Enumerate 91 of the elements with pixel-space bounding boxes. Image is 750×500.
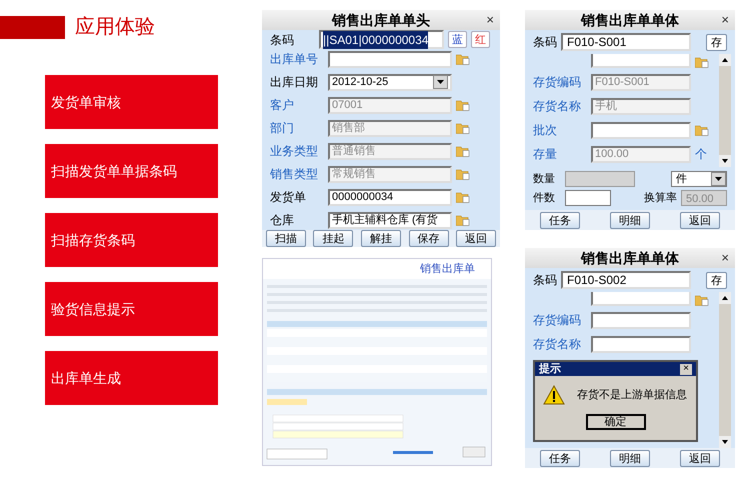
window-title: 销售出库单单头 — [332, 10, 430, 30]
ok-button[interactable]: 确定 — [586, 414, 646, 430]
folder-icon[interactable] — [456, 122, 470, 134]
toolbar-button[interactable]: 明细 — [610, 450, 650, 466]
step-card: 发货单审核 — [45, 75, 218, 129]
caret-icon — [437, 80, 444, 84]
step-card: 扫描发货单单据条码 — [45, 144, 218, 198]
input-field[interactable]: 手机主辅料仓库 (有货 — [328, 212, 452, 228]
header-bar — [0, 16, 65, 38]
toolbar-button[interactable]: 保存 — [408, 230, 449, 247]
field-label: 存货编码 — [533, 74, 582, 91]
folder-icon[interactable] — [456, 146, 470, 156]
caret-icon — [715, 177, 722, 182]
dialog-title: 提示 — [539, 362, 561, 377]
field-label: 存货名称 — [533, 336, 582, 353]
toolbar-button[interactable]: 返回 — [680, 212, 720, 228]
field-label: 客户 — [270, 97, 295, 114]
unit-dropdown[interactable]: 件 — [671, 171, 727, 188]
field-label: 条码 — [270, 32, 295, 48]
step-card: 验货信息提示 — [45, 282, 218, 336]
date-field[interactable]: 2012-10-25 — [328, 74, 452, 90]
field-label: 出库日期 — [270, 74, 319, 91]
dropdown-button[interactable] — [433, 75, 448, 89]
dialog-message: 存货不是上游单据信息 — [577, 388, 687, 403]
field-label: 换算率 — [644, 190, 677, 206]
toolbar-button[interactable]: 任务 — [540, 450, 580, 466]
field-label: 发货单 — [270, 189, 307, 206]
barcode-value: ||SA01|0000000034 — [323, 30, 428, 48]
input-field[interactable]: 0000000034 — [328, 188, 452, 206]
count-field[interactable] — [565, 190, 611, 206]
color-button[interactable]: 蓝 — [448, 31, 467, 48]
folder-icon[interactable] — [456, 192, 470, 202]
toolbar-button[interactable]: 明细 — [610, 212, 650, 228]
step-card: 出库单生成 — [45, 351, 218, 405]
close-button[interactable]: × — [721, 248, 729, 268]
input-field[interactable] — [591, 336, 691, 352]
input-field[interactable] — [591, 292, 691, 306]
toolbar-button[interactable]: 扫描 — [266, 230, 306, 247]
toolbar-button[interactable]: 解挂 — [360, 230, 401, 247]
field-label: 条码 — [533, 272, 557, 289]
quantity-field[interactable] — [565, 171, 635, 188]
toolbar-button[interactable]: 任务 — [540, 212, 580, 228]
dropdown-button[interactable] — [711, 172, 726, 186]
close-button[interactable]: × — [721, 10, 729, 30]
input-field[interactable] — [591, 54, 691, 68]
save-button[interactable]: 存 — [706, 272, 727, 288]
scroll-up-icon[interactable] — [719, 54, 731, 66]
field-label: 条码 — [533, 34, 557, 51]
barcode-field[interactable]: F010-S002 — [561, 271, 691, 289]
scroll-down-icon[interactable] — [719, 155, 731, 167]
toolbar-button[interactable]: 返回 — [680, 450, 720, 466]
folder-icon[interactable] — [456, 168, 470, 180]
folder-icon[interactable] — [456, 100, 470, 110]
field-label: 数量 — [533, 172, 556, 187]
field-label: 部门 — [270, 120, 295, 137]
folder-icon[interactable] — [695, 295, 709, 306]
save-button[interactable]: 存 — [706, 34, 727, 50]
field-label: 销售类型 — [270, 166, 319, 183]
folder-icon[interactable] — [456, 214, 470, 226]
field-label: 仓库 — [270, 212, 295, 229]
field-label: 业务类型 — [270, 143, 319, 160]
warning-icon — [543, 385, 565, 405]
page-title: 应用体验 — [75, 15, 155, 40]
window-title: 销售出库单单体 — [581, 248, 679, 268]
close-button[interactable]: × — [680, 364, 692, 374]
field-label: 存货名称 — [533, 98, 582, 115]
barcode-field[interactable]: ||SA01|0000000034 — [319, 30, 444, 49]
field-label: 存货编码 — [533, 312, 582, 329]
scrollbar[interactable] — [719, 292, 731, 448]
input-field[interactable] — [328, 50, 452, 68]
window-title: 销售出库单单体 — [581, 10, 679, 30]
field-label: 批次 — [533, 122, 558, 139]
window-title: 销售出库单 — [420, 262, 475, 277]
field-label: 出库单号 — [270, 51, 319, 68]
folder-icon[interactable] — [695, 57, 709, 68]
scrollbar[interactable] — [719, 54, 731, 167]
color-button[interactable]: 红 — [471, 31, 490, 48]
unit-label: 个 — [695, 146, 707, 163]
toolbar-button[interactable]: 挂起 — [313, 230, 354, 247]
input-field[interactable] — [591, 122, 691, 138]
close-button[interactable]: × — [486, 10, 494, 30]
folder-icon[interactable] — [456, 54, 470, 64]
field-label: 存量 — [533, 146, 558, 163]
folder-icon[interactable] — [695, 124, 709, 136]
step-card: 扫描存货条码 — [45, 213, 218, 267]
scroll-down-icon[interactable] — [719, 436, 731, 448]
scroll-up-icon[interactable] — [719, 292, 731, 304]
toolbar-button[interactable]: 返回 — [456, 230, 496, 247]
barcode-field[interactable]: F010-S001 — [561, 33, 691, 51]
input-field[interactable] — [591, 312, 691, 328]
field-label: 件数 — [533, 190, 556, 206]
